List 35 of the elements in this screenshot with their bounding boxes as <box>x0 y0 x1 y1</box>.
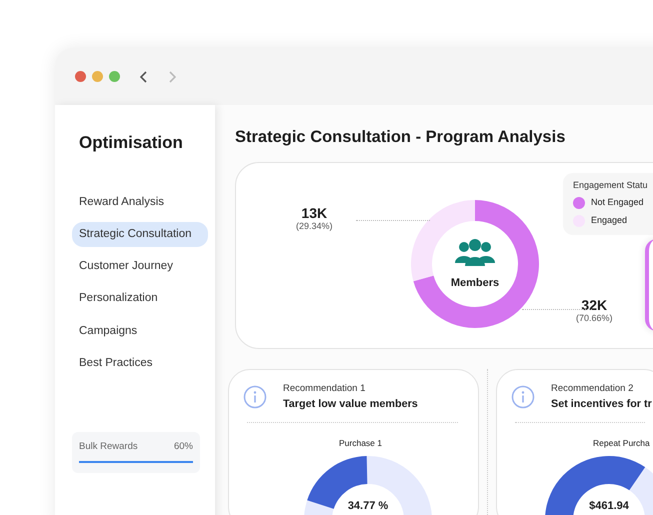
page-title: Strategic Consultation - Program Analysis <box>235 128 566 148</box>
window-control-dot[interactable] <box>92 71 103 82</box>
people-icon <box>455 238 495 266</box>
donut-center-value: $461.94 <box>588 498 630 514</box>
donut-center-label: Members <box>450 276 500 290</box>
callout-percent: (29.34%) <box>296 220 333 232</box>
progress-reading: 60% <box>174 440 193 454</box>
recommendation-title: Target low value members <box>283 397 418 412</box>
progress-label: Bulk Rewards <box>79 440 138 454</box>
sidebar-item[interactable]: Campaigns <box>72 318 208 344</box>
recommendation-heading: Recommendation 1 <box>283 382 366 396</box>
recommendation-heading: Recommendation 2 <box>551 382 634 396</box>
callout-value: 13K <box>300 204 328 221</box>
donut-center-value: 34.77 % <box>346 498 390 514</box>
sidebar-item[interactable]: Best Practices <box>72 350 208 376</box>
back-icon[interactable] <box>140 70 148 82</box>
recommendation-title: Set incentives for tr <box>551 397 652 412</box>
legend-title: Engagement Statu <box>573 178 649 192</box>
callout-value: 32K <box>580 296 608 313</box>
sidebar-item[interactable]: Reward Analysis <box>72 190 208 215</box>
forward-icon[interactable] <box>168 70 176 82</box>
leader-line <box>522 308 592 310</box>
sidebar-title: Optimisation <box>79 132 184 154</box>
chart-title: Repeat Purcha <box>592 437 651 450</box>
legend-label: Not Engaged <box>591 196 644 210</box>
info-icon[interactable] <box>243 385 267 410</box>
info-icon[interactable] <box>511 385 535 410</box>
callout-percent: (70.66%) <box>576 312 613 324</box>
sidebar-item[interactable]: Strategic Consultation <box>72 222 208 247</box>
window-control-dot[interactable] <box>75 71 86 82</box>
sidebar-item[interactable]: Customer Journey <box>72 254 208 280</box>
legend-label: Engaged <box>591 214 628 227</box>
window-control-dot[interactable] <box>109 71 120 82</box>
sidebar-item[interactable]: Personalization <box>72 286 208 312</box>
chart-title: Purchase 1 <box>338 437 383 450</box>
